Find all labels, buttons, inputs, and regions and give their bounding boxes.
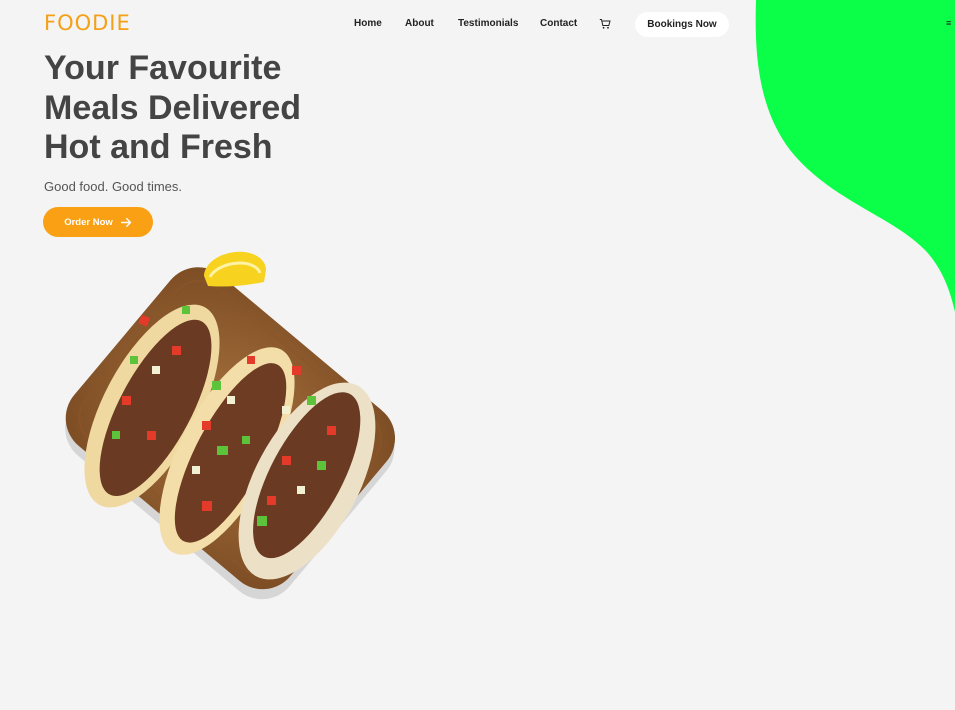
hero-tagline: Good food. Good times. (44, 179, 183, 194)
menu-icon[interactable]: ≡ (946, 19, 955, 28)
bookings-now-button[interactable]: Bookings Now (635, 12, 729, 37)
nav-home-link[interactable]: Home (354, 18, 382, 29)
cart-icon[interactable] (599, 17, 611, 29)
brand-logo[interactable]: FOODIE (44, 11, 131, 35)
hero-title: Your Favourite Meals Delivered Hot and F… (44, 49, 302, 166)
arrow-right-icon (120, 217, 131, 227)
nav-about-link[interactable]: About (405, 18, 434, 29)
order-now-button[interactable]: Order Now (43, 207, 153, 237)
cart-icon-graphic (599, 19, 611, 29)
tacos-on-board-image (65, 251, 396, 600)
order-now-label: Order Now (64, 216, 113, 228)
nav-contact-link[interactable]: Contact (540, 18, 577, 29)
nav-testimonials-link[interactable]: Testimonials (458, 18, 518, 29)
